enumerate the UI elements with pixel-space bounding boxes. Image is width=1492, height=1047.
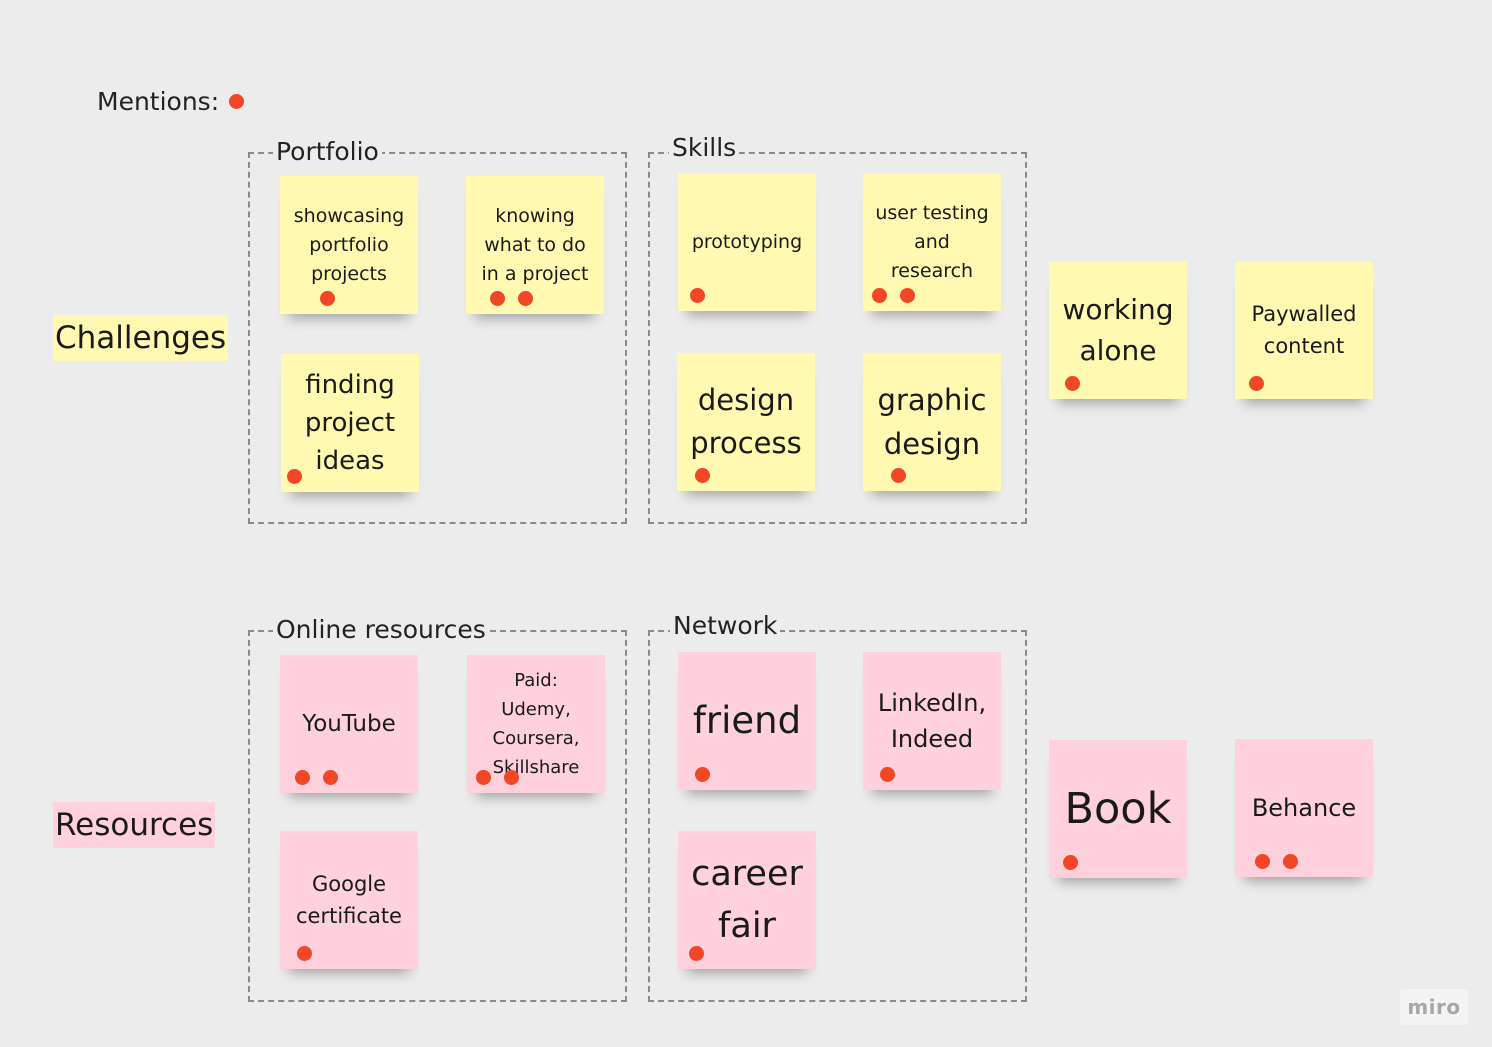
sticky-note-text: showcasing portfolio projects bbox=[293, 204, 405, 285]
mention-dot bbox=[880, 767, 895, 782]
sticky-note-text: working alone bbox=[1062, 293, 1174, 367]
sticky-note-text: knowing what to do in a project bbox=[481, 204, 589, 285]
sticky-note[interactable]: graphic design bbox=[863, 353, 1001, 491]
sticky-note[interactable]: working alone bbox=[1049, 261, 1187, 399]
mention-dot bbox=[891, 468, 906, 483]
sticky-note-text: graphic design bbox=[877, 383, 987, 461]
mention-dot bbox=[695, 767, 710, 782]
mention-dot bbox=[1283, 854, 1298, 869]
mention-dot bbox=[872, 288, 887, 303]
sticky-note-text: friend bbox=[692, 699, 802, 742]
mention-dot-icon bbox=[229, 93, 245, 109]
mention-dot bbox=[900, 288, 915, 303]
sticky-note[interactable]: user testing and research bbox=[863, 173, 1001, 311]
sticky-note-text: YouTube bbox=[302, 711, 396, 737]
mention-dot bbox=[476, 770, 491, 785]
sticky-note[interactable]: knowing what to do in a project bbox=[466, 176, 604, 314]
mention-dot bbox=[1065, 376, 1080, 391]
sticky-note[interactable]: LinkedIn, Indeed bbox=[863, 652, 1001, 790]
mentions-label: Mentions: bbox=[97, 86, 220, 116]
frame-title-portfolio[interactable]: Portfolio bbox=[273, 138, 382, 166]
mention-dot bbox=[297, 946, 312, 961]
mention-dot bbox=[695, 468, 710, 483]
sticky-note[interactable]: prototyping bbox=[678, 173, 816, 311]
sticky-note[interactable]: career fair bbox=[678, 831, 816, 969]
sticky-note-text: LinkedIn, Indeed bbox=[877, 689, 987, 753]
mention-dot bbox=[287, 469, 302, 484]
sticky-note[interactable]: friend bbox=[678, 652, 816, 790]
sticky-note[interactable]: showcasing portfolio projects bbox=[280, 176, 418, 314]
frame-title-skills[interactable]: Skills bbox=[669, 134, 740, 162]
sticky-note-text: career fair bbox=[691, 854, 803, 946]
sticky-note[interactable]: Paid: Udemy, Coursera, Skillshare bbox=[467, 655, 605, 793]
sticky-note-text: user testing and research bbox=[875, 201, 989, 282]
sticky-note[interactable]: design process bbox=[677, 353, 815, 491]
mention-dot bbox=[518, 291, 533, 306]
mention-dot bbox=[1249, 376, 1264, 391]
sticky-note-text: Paid: Udemy, Coursera, Skillshare bbox=[492, 670, 580, 778]
mentions-legend: Mentions: bbox=[97, 86, 245, 116]
mention-dot bbox=[320, 291, 335, 306]
sticky-note-text: design process bbox=[690, 383, 802, 460]
sticky-note[interactable]: Behance bbox=[1235, 739, 1373, 877]
sticky-note-text: Book bbox=[1064, 784, 1172, 834]
mention-dot bbox=[690, 288, 705, 303]
sticky-note[interactable]: YouTube bbox=[280, 655, 418, 793]
sticky-note[interactable]: Book bbox=[1049, 740, 1187, 878]
frame-title-online-resources[interactable]: Online resources bbox=[273, 616, 489, 644]
mention-dot bbox=[1255, 854, 1270, 869]
sticky-note[interactable]: Google certificate bbox=[280, 831, 418, 969]
sticky-note-text: Google certificate bbox=[296, 872, 402, 928]
sticky-note[interactable]: finding project ideas bbox=[281, 354, 419, 492]
row-label-challenges[interactable]: Challenges bbox=[53, 315, 229, 361]
sticky-note-text: Behance bbox=[1251, 794, 1357, 822]
mention-dot bbox=[323, 770, 338, 785]
mention-dot bbox=[490, 291, 505, 306]
mention-dot bbox=[295, 770, 310, 785]
mention-dot bbox=[689, 946, 704, 961]
sticky-note-text: finding project ideas bbox=[304, 370, 396, 476]
sticky-note-text: Paywalled content bbox=[1251, 302, 1357, 358]
mention-dot bbox=[1063, 855, 1078, 870]
row-label-resources[interactable]: Resources bbox=[53, 802, 216, 848]
sticky-note[interactable]: Paywalled content bbox=[1235, 261, 1373, 399]
frame-title-network[interactable]: Network bbox=[670, 612, 781, 640]
miro-logo: miro bbox=[1400, 989, 1468, 1025]
sticky-note-text: prototyping bbox=[691, 231, 803, 253]
mention-dot bbox=[504, 770, 519, 785]
